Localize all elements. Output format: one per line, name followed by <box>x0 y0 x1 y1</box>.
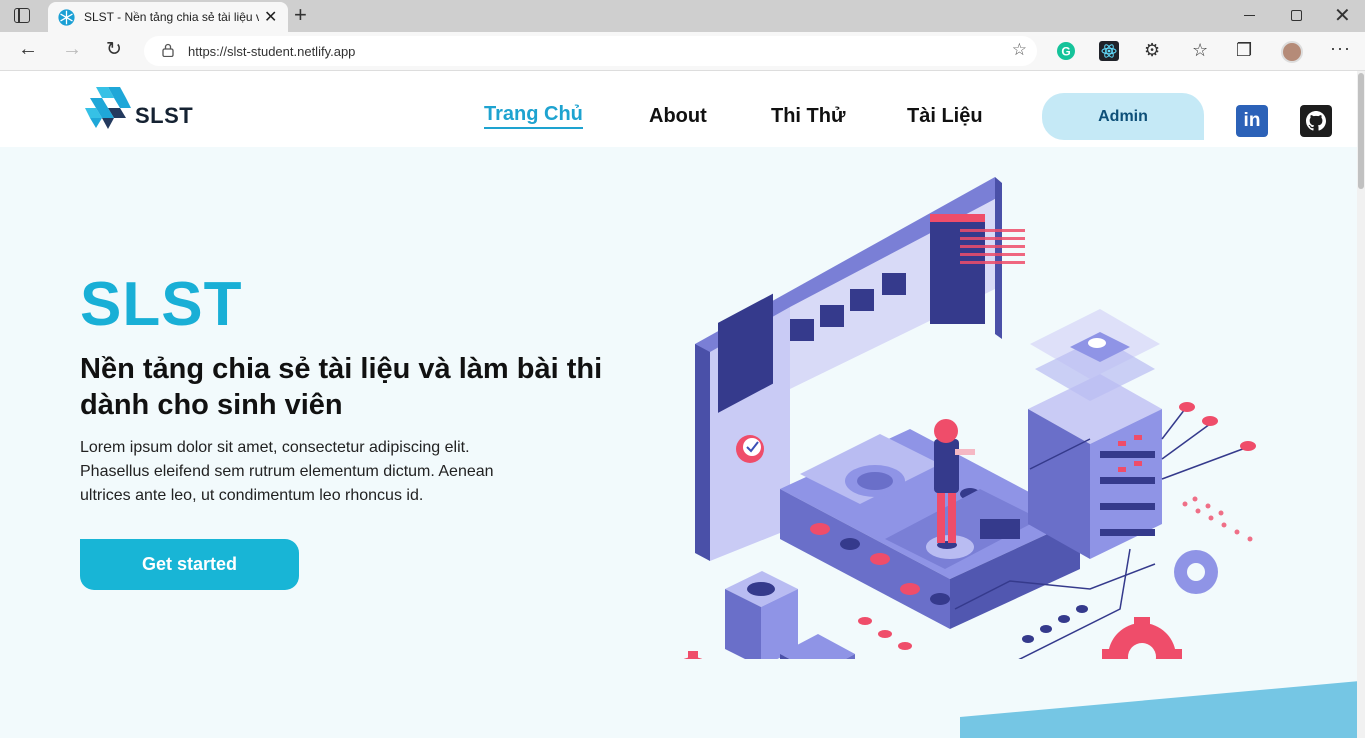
footer-wave-shape <box>960 681 1357 738</box>
hero-subtitle: Nền tảng chia sẻ tài liệu và làm bài thi… <box>80 353 603 421</box>
logo-text[interactable]: SLST <box>135 103 193 129</box>
nav-tai-lieu[interactable]: Tài Liệu <box>907 105 983 128</box>
nav-about[interactable]: About <box>649 105 707 128</box>
close-tab-icon[interactable]: ✕ <box>264 7 277 27</box>
web-page: SLST Trang Chủ About Thi Thử Tài Liệu Ad… <box>0 71 1357 738</box>
address-bar-row: ← → ↻ https://slst-student.netlify.app ☆… <box>0 32 1365 71</box>
add-favorite-icon[interactable]: ☆ <box>1012 40 1027 60</box>
site-favicon-icon <box>58 9 75 26</box>
scrollbar-thumb[interactable] <box>1358 73 1364 189</box>
hero-description: Lorem ipsum dolor sit amet, consectetur … <box>80 439 494 504</box>
hero-title: SLST <box>80 270 243 339</box>
restore-icon[interactable] <box>1291 10 1302 21</box>
react-devtools-icon[interactable] <box>1099 41 1119 61</box>
new-tab-button[interactable]: + <box>294 2 307 28</box>
admin-button[interactable]: Admin <box>1042 93 1204 140</box>
browser-tab[interactable]: SLST - Nền tảng chia sẻ tài liệu v ✕ <box>48 2 288 32</box>
url-text: https://slst-student.netlify.app <box>188 44 356 59</box>
url-field[interactable]: https://slst-student.netlify.app ☆ <box>144 36 1037 66</box>
page-scrollbar[interactable] <box>1357 71 1365 738</box>
grammarly-icon[interactable]: G <box>1056 41 1076 61</box>
refresh-icon[interactable]: ↻ <box>106 38 122 61</box>
linkedin-icon[interactable]: in <box>1236 105 1268 137</box>
site-header: SLST Trang Chủ About Thi Thử Tài Liệu Ad… <box>0 71 1357 147</box>
favorites-icon[interactable]: ☆ <box>1192 40 1208 61</box>
nav-thi-thu[interactable]: Thi Thử <box>771 105 845 128</box>
hero-illustration <box>683 177 1256 659</box>
logo-icon[interactable] <box>85 87 131 129</box>
more-options-icon[interactable]: ··· <box>1330 38 1351 59</box>
collections-icon[interactable]: ❐ <box>1236 40 1252 61</box>
profile-avatar[interactable] <box>1281 41 1303 63</box>
tab-title: SLST - Nền tảng chia sẻ tài liệu v <box>84 10 259 24</box>
minimize-icon[interactable] <box>1244 15 1255 17</box>
browser-tab-bar: SLST - Nền tảng chia sẻ tài liệu v ✕ + ✕ <box>0 0 1365 32</box>
lock-icon <box>162 43 174 57</box>
nav-trang-chu[interactable]: Trang Chủ <box>484 103 583 129</box>
window-close-icon[interactable]: ✕ <box>1334 3 1351 28</box>
extensions-icon[interactable]: ⚙ <box>1144 40 1160 61</box>
tab-actions-icon[interactable] <box>14 8 30 23</box>
forward-icon[interactable]: → <box>62 38 82 61</box>
svg-text:G: G <box>1061 45 1070 59</box>
back-icon[interactable]: ← <box>18 38 38 61</box>
github-icon[interactable] <box>1300 105 1332 137</box>
get-started-button[interactable]: Get started <box>80 539 299 590</box>
